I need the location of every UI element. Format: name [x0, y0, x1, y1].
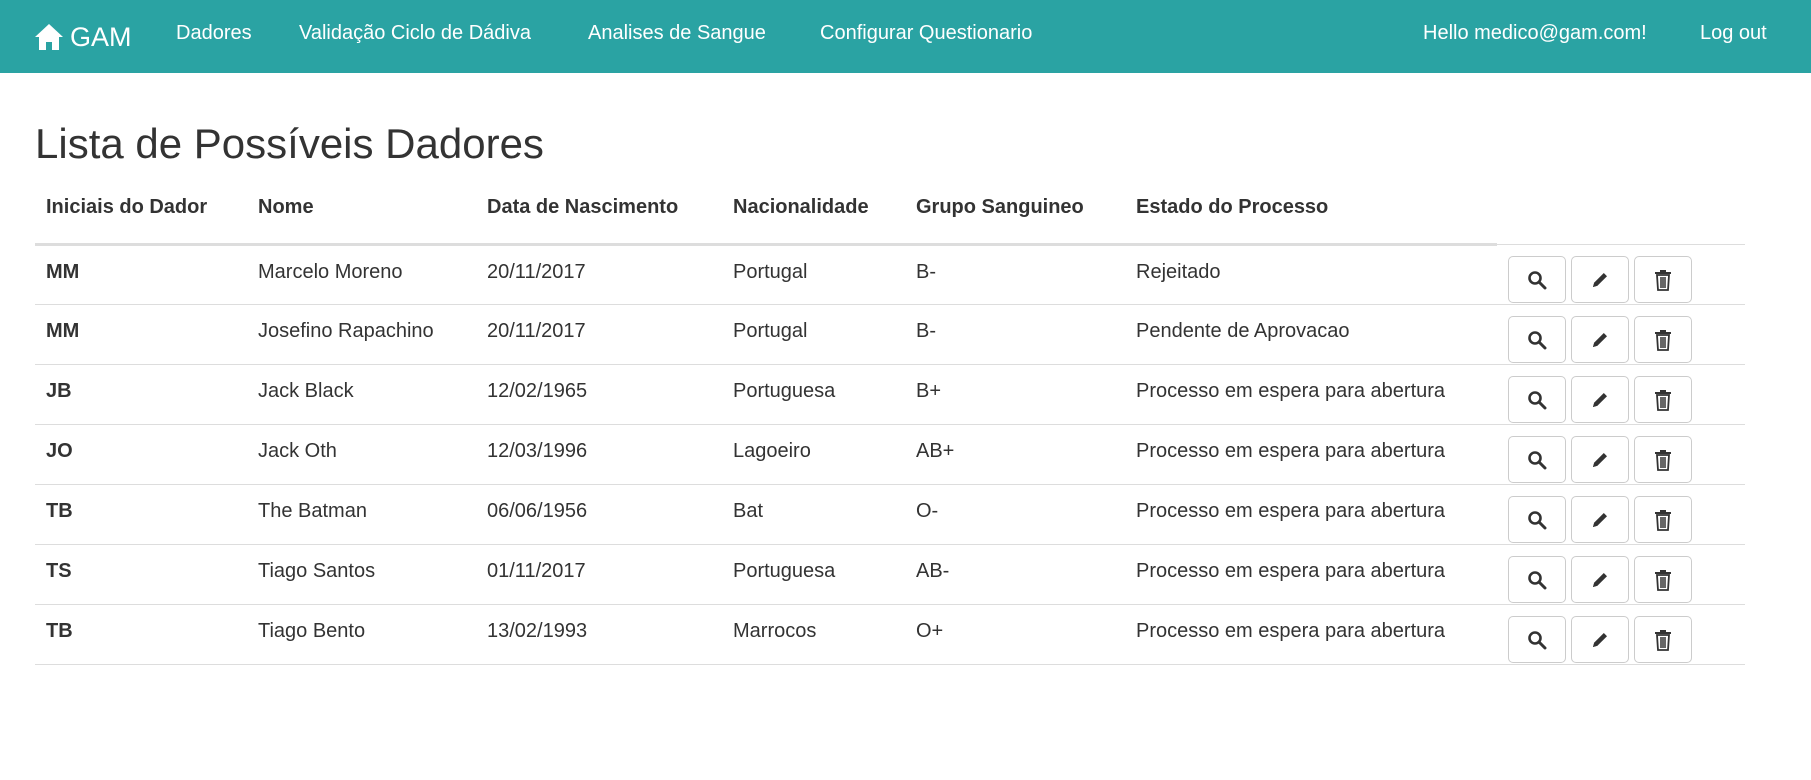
- view-button[interactable]: [1508, 496, 1566, 543]
- cell-birthdate: 12/02/1965: [476, 364, 722, 425]
- cell-name: Josefino Rapachino: [247, 304, 476, 365]
- table-row: JO Jack Oth 12/03/1996 Lagoeiro AB+ Processo …: [35, 424, 1745, 485]
- header-blood-group: Grupo Sanguineo: [905, 196, 1125, 246]
- cell-actions: [1497, 304, 1745, 365]
- table-row: MM Marcelo Moreno 20/11/2017 Portugal B- Reje…: [35, 244, 1745, 305]
- edit-button[interactable]: [1571, 496, 1629, 543]
- table-body: MM Marcelo Moreno 20/11/2017 Portugal B- Reje…: [35, 244, 1745, 665]
- home-icon: [35, 24, 63, 50]
- nav-link-validacao[interactable]: Validação Ciclo de Dádiva: [299, 22, 531, 45]
- cell-initials: JO: [35, 424, 247, 485]
- cell-birthdate: 12/03/1996: [476, 424, 722, 485]
- cell-blood-group: B-: [905, 244, 1125, 305]
- delete-button[interactable]: [1634, 616, 1692, 663]
- cell-nationality: Portugal: [722, 244, 905, 305]
- nav-link-analises[interactable]: Analises de Sangue: [588, 22, 766, 45]
- cell-actions: [1497, 424, 1745, 485]
- view-button[interactable]: [1508, 436, 1566, 483]
- cell-actions: [1497, 484, 1745, 545]
- table-row: JB Jack Black 12/02/1965 Portuguesa B+ Proces…: [35, 364, 1745, 425]
- table-row: TB Tiago Bento 13/02/1993 Marrocos O+ Process…: [35, 604, 1745, 665]
- view-button[interactable]: [1508, 256, 1566, 303]
- edit-button[interactable]: [1571, 436, 1629, 483]
- cell-process-state: Processo em espera para abertura: [1125, 544, 1497, 605]
- nav-link-dadores[interactable]: Dadores: [176, 22, 252, 45]
- header-nationality: Nacionalidade: [722, 196, 905, 246]
- header-name: Nome: [247, 196, 476, 246]
- brand-link[interactable]: GAM: [34, 17, 132, 57]
- delete-button[interactable]: [1634, 256, 1692, 303]
- delete-button[interactable]: [1634, 496, 1692, 543]
- cell-blood-group: O+: [905, 604, 1125, 665]
- cell-nationality: Marrocos: [722, 604, 905, 665]
- header-actions: [1497, 196, 1745, 245]
- cell-birthdate: 01/11/2017: [476, 544, 722, 605]
- header-initials: Iniciais do Dador: [35, 196, 247, 246]
- header-birthdate: Data de Nascimento: [476, 196, 722, 246]
- cell-birthdate: 06/06/1956: [476, 484, 722, 545]
- cell-actions: [1497, 544, 1745, 605]
- cell-blood-group: AB-: [905, 544, 1125, 605]
- cell-blood-group: AB+: [905, 424, 1125, 485]
- donors-table-container: Iniciais do Dador Nome Data de Nasciment…: [35, 196, 1745, 665]
- edit-button[interactable]: [1571, 556, 1629, 603]
- table-row: MM Josefino Rapachino 20/11/2017 Portugal B-…: [35, 304, 1745, 365]
- cell-actions: [1497, 364, 1745, 425]
- cell-process-state: Processo em espera para abertura: [1125, 604, 1497, 665]
- cell-process-state: Processo em espera para abertura: [1125, 484, 1497, 545]
- user-greeting[interactable]: Hello medico@gam.com!: [1423, 22, 1647, 45]
- edit-button[interactable]: [1571, 316, 1629, 363]
- page-title: Lista de Possíveis Dadores: [35, 120, 544, 167]
- edit-button[interactable]: [1571, 376, 1629, 423]
- cell-initials: TB: [35, 604, 247, 665]
- cell-birthdate: 13/02/1993: [476, 604, 722, 665]
- cell-blood-group: B+: [905, 364, 1125, 425]
- delete-button[interactable]: [1634, 556, 1692, 603]
- cell-name: Tiago Santos: [247, 544, 476, 605]
- table-header-row: Iniciais do Dador Nome Data de Nasciment…: [35, 196, 1745, 246]
- cell-initials: TS: [35, 544, 247, 605]
- cell-nationality: Portuguesa: [722, 364, 905, 425]
- cell-name: Marcelo Moreno: [247, 244, 476, 305]
- table-row: TB The Batman 06/06/1956 Bat O- Processo em e…: [35, 484, 1745, 545]
- edit-button[interactable]: [1571, 256, 1629, 303]
- view-button[interactable]: [1508, 616, 1566, 663]
- cell-actions: [1497, 604, 1745, 665]
- view-button[interactable]: [1508, 376, 1566, 423]
- cell-nationality: Portugal: [722, 304, 905, 365]
- cell-nationality: Bat: [722, 484, 905, 545]
- cell-process-state: Rejeitado: [1125, 244, 1497, 305]
- cell-name: Jack Oth: [247, 424, 476, 485]
- cell-initials: TB: [35, 484, 247, 545]
- cell-process-state: Processo em espera para abertura: [1125, 364, 1497, 425]
- cell-initials: MM: [35, 304, 247, 365]
- cell-name: Tiago Bento: [247, 604, 476, 665]
- cell-process-state: Pendente de Aprovacao: [1125, 304, 1497, 365]
- delete-button[interactable]: [1634, 376, 1692, 423]
- header-process-state: Estado do Processo: [1125, 196, 1497, 246]
- nav-link-questionario[interactable]: Configurar Questionario: [820, 22, 1032, 45]
- delete-button[interactable]: [1634, 436, 1692, 483]
- cell-name: The Batman: [247, 484, 476, 545]
- table-row: TS Tiago Santos 01/11/2017 Portuguesa AB- Pro…: [35, 544, 1745, 605]
- cell-blood-group: O-: [905, 484, 1125, 545]
- donors-table: Iniciais do Dador Nome Data de Nasciment…: [35, 196, 1745, 665]
- cell-process-state: Processo em espera para abertura: [1125, 424, 1497, 485]
- cell-birthdate: 20/11/2017: [476, 304, 722, 365]
- brand-label: GAM: [70, 21, 132, 52]
- cell-nationality: Portuguesa: [722, 544, 905, 605]
- logout-link[interactable]: Log out: [1700, 22, 1767, 45]
- cell-birthdate: 20/11/2017: [476, 244, 722, 305]
- edit-button[interactable]: [1571, 616, 1629, 663]
- cell-name: Jack Black: [247, 364, 476, 425]
- cell-initials: MM: [35, 244, 247, 305]
- cell-initials: JB: [35, 364, 247, 425]
- cell-nationality: Lagoeiro: [722, 424, 905, 485]
- view-button[interactable]: [1508, 556, 1566, 603]
- cell-actions: [1497, 244, 1745, 305]
- view-button[interactable]: [1508, 316, 1566, 363]
- delete-button[interactable]: [1634, 316, 1692, 363]
- top-navbar: GAM Dadores Validação Ciclo de Dádiva An…: [0, 0, 1811, 73]
- cell-blood-group: B-: [905, 304, 1125, 365]
